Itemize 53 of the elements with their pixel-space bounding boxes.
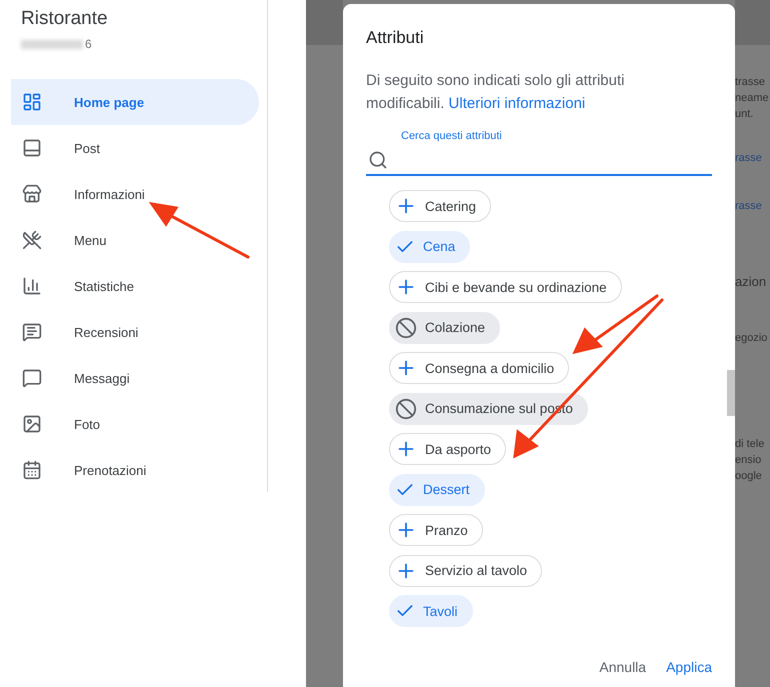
attribute-chip[interactable]: Cibi e bevande su ordinazione	[389, 271, 622, 303]
scrollbar-thumb[interactable]	[727, 370, 735, 416]
nav-icon	[22, 276, 42, 296]
search-label: Cerca questi attributi	[401, 130, 503, 142]
attribute-chip[interactable]: Dessert	[389, 474, 485, 506]
nav-icon	[22, 368, 42, 388]
attribute-chip[interactable]: Servizio al tavolo	[389, 554, 542, 586]
attribute-chip[interactable]: Da asporto	[389, 433, 506, 465]
blurred-text	[21, 40, 83, 48]
attribute-chip[interactable]: Colazione	[389, 312, 500, 344]
prohibited-icon	[395, 398, 417, 420]
sidebar-item[interactable]: Statistiche	[11, 263, 259, 309]
background-text: neame	[735, 91, 770, 106]
attribute-chip[interactable]: Cena	[389, 230, 470, 262]
sidebar-item[interactable]: Menu	[11, 217, 259, 263]
dialog-title: Attributi	[366, 28, 425, 48]
attribute-chip[interactable]: Pranzo	[389, 514, 483, 546]
background-text: egozio	[735, 331, 768, 346]
nav-icon	[22, 230, 42, 250]
sidebar-item[interactable]: Post	[11, 125, 259, 171]
background-text: oogle	[735, 469, 763, 484]
header-bar	[735, 0, 770, 45]
background-text: azion	[735, 274, 768, 290]
background-text: trasse	[735, 75, 766, 90]
sidebar-item[interactable]: Recensioni	[11, 309, 259, 355]
sidebar-item[interactable]: Informazioni	[11, 171, 259, 217]
attribute-chip[interactable]: Tavoli	[389, 595, 473, 627]
background-text: ensio	[735, 453, 762, 468]
attribute-chip[interactable]: Consegna a domicilio	[389, 352, 570, 384]
nav-icon	[22, 138, 42, 158]
business-name: Ristorante	[20, 8, 109, 30]
sidebar-item[interactable]: Prenotazioni	[11, 447, 259, 493]
header-bar	[306, 0, 343, 45]
nav-icon	[22, 322, 42, 342]
sidebar-item[interactable]: Foto	[11, 401, 259, 447]
cancel-button[interactable]: Annulla	[599, 655, 646, 679]
nav-icon	[22, 414, 42, 434]
search-icon	[368, 150, 388, 170]
nav-icon	[22, 184, 42, 204]
more-info-link[interactable]: Ulteriori informazioni	[448, 95, 586, 112]
background-text: di tele	[735, 437, 766, 452]
sidebar-item[interactable]: Messaggi	[11, 355, 259, 401]
background-text: rasse	[735, 199, 763, 214]
prohibited-icon	[395, 316, 417, 338]
dialog-description: Di seguito sono indicati solo gli attributi modificabili. Ulteriori informazioni	[366, 71, 626, 114]
nav-icon	[22, 92, 42, 112]
background-text: rasse	[735, 151, 763, 166]
background-text: unt.	[735, 107, 754, 122]
sidebar-item[interactable]: Home page	[11, 79, 259, 125]
nav-icon	[22, 460, 42, 480]
apply-button[interactable]: Applica	[666, 655, 712, 679]
address-text: 6	[85, 37, 92, 51]
attribute-chip[interactable]: Catering	[389, 190, 492, 222]
